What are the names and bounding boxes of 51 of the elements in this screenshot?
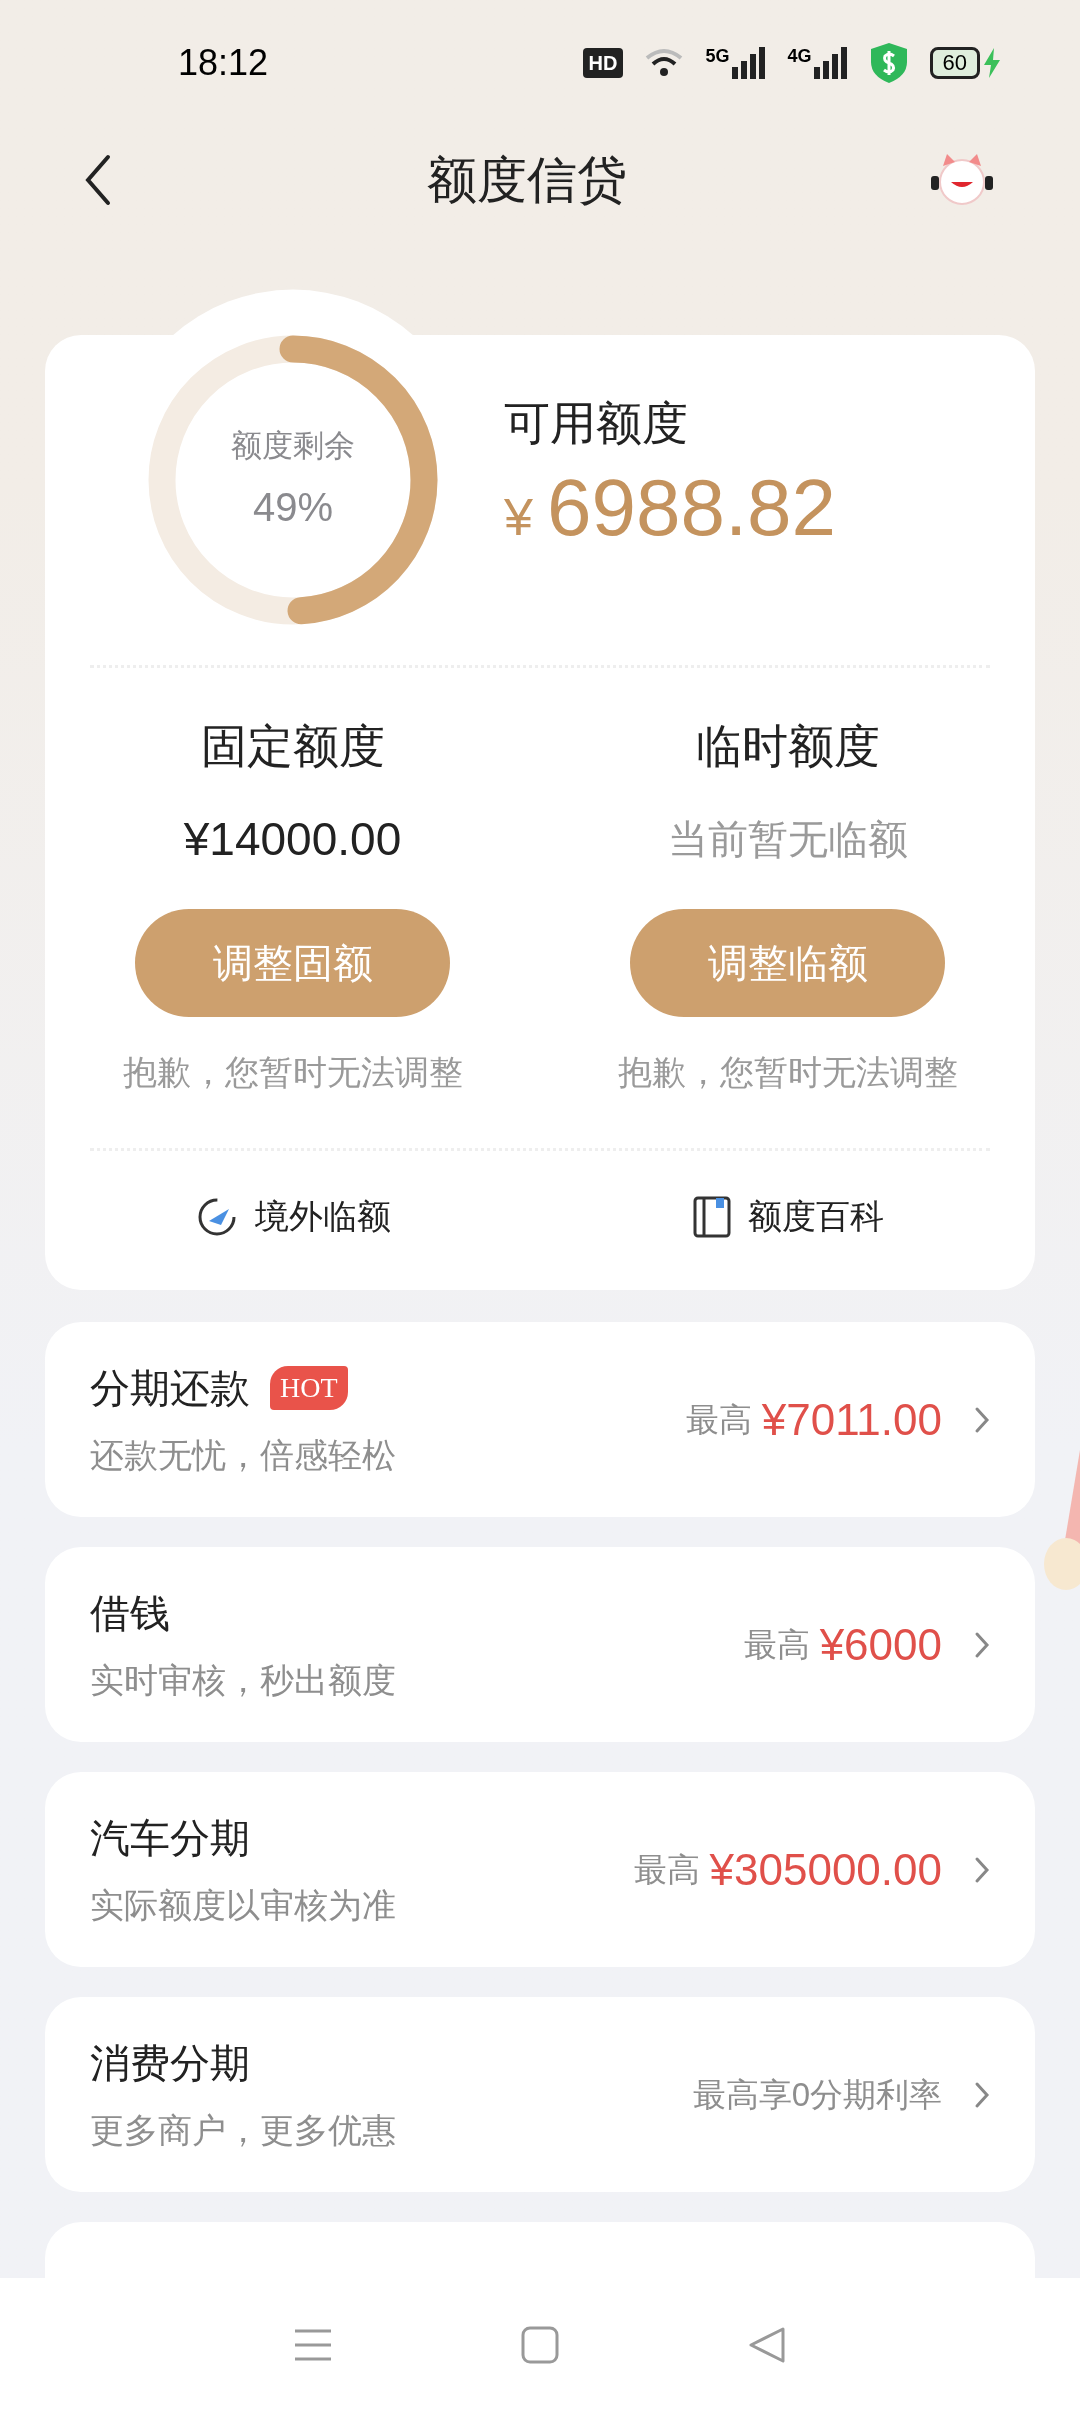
- network-label: 5G: [705, 46, 730, 65]
- quota-link[interactable]: 额度百科: [540, 1191, 1035, 1242]
- product-subtitle: 更多商户，更多优惠: [90, 2110, 396, 2151]
- wifi-icon: [645, 47, 684, 78]
- hd-badge: HD: [582, 47, 624, 78]
- product-subtitle: 实际额度以审核为准: [90, 1885, 396, 1926]
- mascot-button[interactable]: [929, 152, 995, 208]
- available-amount: 6988.82: [546, 468, 837, 548]
- status-time: 18:12: [178, 40, 269, 85]
- adjust-note: 抱歉，您暂时无法调整: [617, 1052, 958, 1093]
- home-button[interactable]: [520, 2325, 560, 2365]
- limit-value: ¥14000.00: [183, 812, 402, 867]
- ring-percent: 49%: [252, 484, 334, 532]
- product-title: 消费分期: [90, 2040, 250, 2087]
- max-label: 最高享0分期利率: [692, 2074, 942, 2115]
- chevron-right-icon: [974, 1855, 990, 1884]
- charging-icon: [984, 47, 1000, 78]
- chevron-right-icon: [974, 2080, 990, 2109]
- chevron-right-icon: [974, 1630, 990, 1659]
- max-label: 最高: [743, 1624, 810, 1665]
- signal-icon: [731, 46, 766, 79]
- product-subtitle: 实时审核，秒出额度: [90, 1660, 396, 1701]
- product-card[interactable]: 借钱 实时审核，秒出额度 最高 ¥6000: [45, 1547, 1035, 1742]
- available-label: 可用额度: [504, 396, 689, 451]
- max-amount: ¥305000.00: [709, 1843, 942, 1896]
- max-amount: ¥7011.00: [761, 1393, 942, 1446]
- product-title: 分期还款: [90, 1365, 250, 1412]
- battery-level: 60: [929, 46, 980, 79]
- signal-icon: [813, 46, 848, 79]
- network-label: 4G: [787, 46, 812, 65]
- limit-value: 当前暂无临额: [667, 816, 908, 863]
- max-amount: ¥6000: [819, 1618, 942, 1671]
- chevron-right-icon: [974, 1405, 990, 1434]
- shield-icon: [869, 41, 908, 84]
- product-subtitle: 还款无忧，倍感轻松: [90, 1435, 396, 1476]
- hot-badge: HOT: [270, 1366, 348, 1410]
- quota-link[interactable]: 境外临额: [45, 1191, 540, 1242]
- product-card[interactable]: 消费分期 更多商户，更多优惠 最高享0分期利率: [45, 1997, 1035, 2192]
- limit-title: 固定额度: [200, 719, 385, 774]
- page-title: 额度信贷: [426, 150, 628, 210]
- product-title: 借钱: [90, 1590, 170, 1637]
- max-label: 最高: [685, 1399, 752, 1440]
- currency-sign: ¥: [504, 487, 533, 548]
- adjust-note: 抱歉，您暂时无法调整: [122, 1052, 463, 1093]
- product-card[interactable]: 汽车分期 实际额度以审核为准 最高 ¥305000.00: [45, 1772, 1035, 1967]
- book-icon: [691, 1194, 732, 1239]
- max-label: 最高: [633, 1849, 700, 1890]
- ring-label: 额度剩余: [231, 426, 355, 465]
- product-card[interactable]: 分期还款 HOT 还款无忧，倍感轻松 最高 ¥7011.00: [45, 1322, 1035, 1517]
- product-title: 汽车分期: [90, 1815, 250, 1862]
- limit-title: 临时额度: [695, 719, 880, 774]
